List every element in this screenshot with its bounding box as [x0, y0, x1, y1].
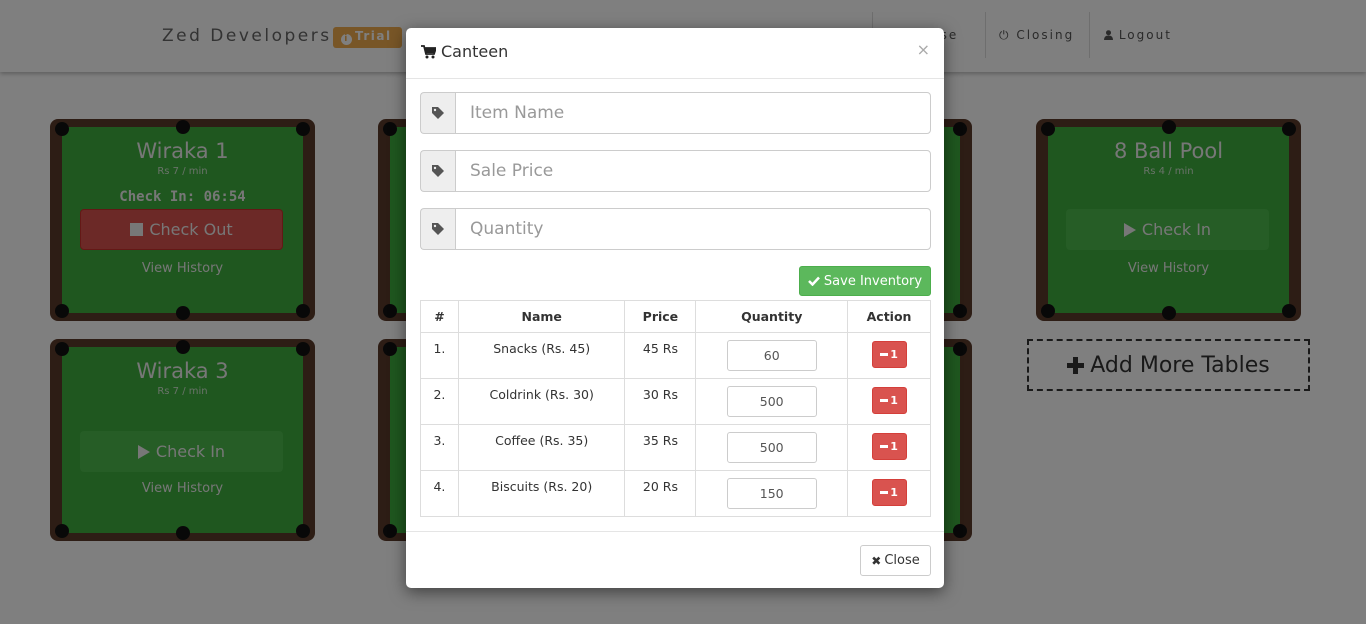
sale-price-group — [420, 150, 931, 192]
quantity-field[interactable] — [726, 478, 817, 509]
action-cell: 1 — [847, 424, 931, 471]
decrement-button[interactable]: 1 — [871, 479, 907, 506]
decrement-button[interactable]: 1 — [871, 341, 907, 368]
minus-icon — [880, 353, 889, 356]
column-header: Action — [847, 300, 931, 333]
quantity-field[interactable] — [726, 432, 817, 463]
item-name: Snacks (Rs. 45) — [457, 332, 626, 379]
minus-icon — [880, 399, 889, 402]
table-row: 3. Coffee (Rs. 35) 35 Rs 1 — [420, 424, 931, 471]
decrement-label: 1 — [890, 394, 898, 407]
decrement-label: 1 — [890, 486, 898, 499]
modal-header: Canteen × — [406, 28, 944, 79]
modal-title-text: Canteen — [441, 42, 509, 61]
item-name-input[interactable] — [455, 92, 931, 134]
row-number: 1. — [420, 332, 459, 379]
row-number: 3. — [420, 424, 459, 471]
save-inventory-button[interactable]: Save Inventory — [799, 266, 931, 296]
item-name: Coldrink (Rs. 30) — [457, 378, 626, 425]
item-price: 35 Rs — [624, 424, 697, 471]
close-icon[interactable]: × — [917, 40, 930, 59]
minus-icon — [880, 491, 889, 494]
row-number: 2. — [420, 378, 459, 425]
action-cell: 1 — [847, 470, 931, 517]
table-row: 4. Biscuits (Rs. 20) 20 Rs 1 — [420, 470, 931, 517]
check-icon — [808, 276, 820, 286]
quantity-cell — [695, 424, 849, 471]
row-number: 4. — [420, 470, 459, 517]
sale-price-input[interactable] — [455, 150, 931, 192]
item-name-group — [420, 92, 931, 134]
item-price: 45 Rs — [624, 332, 697, 379]
quantity-cell — [695, 470, 849, 517]
modal-title: Canteen — [421, 42, 508, 61]
table-row: 2. Coldrink (Rs. 30) 30 Rs 1 — [420, 378, 931, 425]
tag-icon — [420, 92, 455, 134]
close-x-icon: ✖ — [871, 553, 882, 568]
item-price: 30 Rs — [624, 378, 697, 425]
table-row: 1. Snacks (Rs. 45) 45 Rs 1 — [420, 332, 931, 379]
quantity-cell — [695, 332, 849, 379]
action-cell: 1 — [847, 378, 931, 425]
quantity-input[interactable] — [455, 208, 931, 250]
decrement-label: 1 — [890, 348, 898, 361]
column-header: Price — [624, 300, 697, 333]
tag-icon — [420, 208, 455, 250]
canteen-modal: Canteen × Save Inventory # Name Price — [406, 28, 944, 588]
quantity-field[interactable] — [726, 386, 817, 417]
column-header: # — [420, 300, 459, 333]
tag-icon — [420, 150, 455, 192]
quantity-field[interactable] — [726, 340, 817, 371]
decrement-button[interactable]: 1 — [871, 433, 907, 460]
inventory-table: # Name Price Quantity Action 1. Snacks (… — [420, 300, 931, 517]
column-header: Name — [457, 300, 626, 333]
quantity-cell — [695, 378, 849, 425]
column-header: Quantity — [695, 300, 849, 333]
shopping-cart-icon — [421, 44, 436, 58]
item-name: Biscuits (Rs. 20) — [457, 470, 626, 517]
save-inventory-label: Save Inventory — [823, 273, 923, 289]
decrement-label: 1 — [890, 440, 898, 453]
action-cell: 1 — [847, 332, 931, 379]
item-price: 20 Rs — [624, 470, 697, 517]
table-header-row: # Name Price Quantity Action — [420, 300, 931, 333]
modal-footer: ✖ Close — [406, 531, 944, 588]
item-name: Coffee (Rs. 35) — [457, 424, 626, 471]
close-button-label: Close — [884, 553, 920, 568]
decrement-button[interactable]: 1 — [871, 387, 907, 414]
minus-icon — [880, 445, 889, 448]
quantity-group — [420, 208, 931, 250]
close-button[interactable]: ✖ Close — [860, 545, 931, 576]
